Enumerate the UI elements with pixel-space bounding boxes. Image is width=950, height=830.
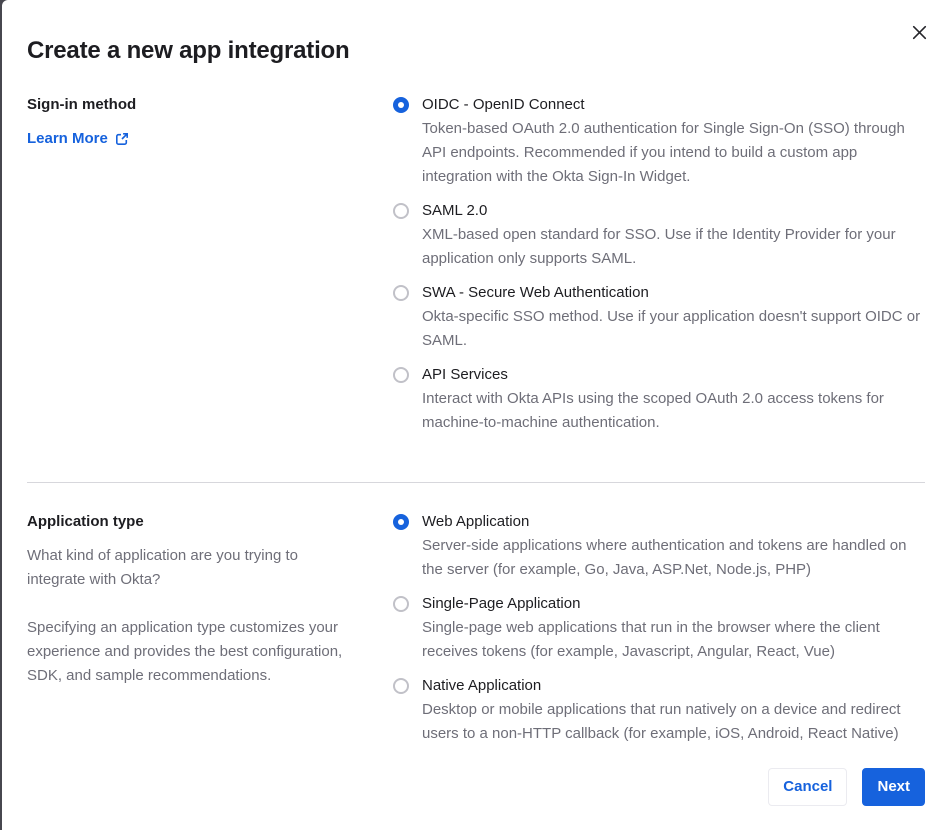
radio-option-label: Native Application	[422, 677, 542, 694]
radio-button[interactable]	[393, 285, 409, 301]
radio-option[interactable]: API Services Interact with Okta APIs usi…	[393, 363, 925, 435]
radio-option[interactable]: SAML 2.0 XML-based open standard for SSO…	[393, 199, 925, 271]
radio-option-label: Web Application	[422, 513, 530, 530]
section-divider	[27, 482, 925, 483]
application-type-left-column: Application type What kind of applicatio…	[27, 510, 357, 756]
radio-option-label: API Services	[422, 366, 508, 383]
radio-option-text: Native Application Desktop or mobile app…	[422, 674, 925, 746]
radio-option-text: SWA - Secure Web Authentication Okta-spe…	[422, 281, 925, 353]
radio-option-label: OIDC - OpenID Connect	[422, 96, 585, 113]
radio-option-description: Interact with Okta APIs using the scoped…	[422, 390, 884, 431]
radio-option-description: XML-based open standard for SSO. Use if …	[422, 226, 896, 267]
radio-option[interactable]: OIDC - OpenID Connect Token-based OAuth …	[393, 93, 925, 189]
learn-more-label: Learn More	[27, 130, 108, 147]
learn-more-link[interactable]: Learn More	[27, 127, 129, 151]
next-button[interactable]: Next	[862, 768, 925, 806]
radio-button[interactable]	[393, 514, 409, 530]
radio-option[interactable]: Native Application Desktop or mobile app…	[393, 674, 925, 746]
dialog-content: Create a new app integration Sign-in met…	[2, 0, 950, 830]
close-icon	[912, 25, 927, 40]
radio-option-label: SAML 2.0	[422, 202, 488, 219]
radio-button[interactable]	[393, 678, 409, 694]
radio-button[interactable]	[393, 367, 409, 383]
radio-option-description: Token-based OAuth 2.0 authentication for…	[422, 120, 905, 185]
close-button[interactable]	[909, 22, 929, 42]
dialog-title: Create a new app integration	[27, 37, 350, 64]
application-type-explanation: Specifying an application type customize…	[27, 619, 343, 684]
radio-option-description: Desktop or mobile applications that run …	[422, 701, 901, 742]
radio-option-text: OIDC - OpenID Connect Token-based OAuth …	[422, 93, 925, 189]
radio-option-label: SWA - Secure Web Authentication	[422, 284, 649, 301]
radio-option[interactable]: Web Application Server-side applications…	[393, 510, 925, 582]
radio-option-text: Single-Page Application Single-page web …	[422, 592, 925, 664]
radio-option-text: API Services Interact with Okta APIs usi…	[422, 363, 925, 435]
sign-in-method-left-column: Sign-in method Learn More	[27, 93, 357, 445]
create-app-integration-dialog: Create a new app integration Sign-in met…	[2, 0, 950, 830]
application-type-heading: Application type	[27, 513, 144, 530]
application-type-options: Web Application Server-side applications…	[393, 510, 925, 756]
radio-option-description: Server-side applications where authentic…	[422, 537, 907, 578]
radio-option-label: Single-Page Application	[422, 595, 581, 612]
radio-button[interactable]	[393, 596, 409, 612]
radio-option-text: SAML 2.0 XML-based open standard for SSO…	[422, 199, 925, 271]
sign-in-method-options: OIDC - OpenID Connect Token-based OAuth …	[393, 93, 925, 445]
radio-button[interactable]	[393, 97, 409, 113]
radio-option[interactable]: SWA - Secure Web Authentication Okta-spe…	[393, 281, 925, 353]
external-link-icon	[115, 132, 129, 146]
section-sign-in-method: Sign-in method Learn More OIDC - OpenID …	[27, 93, 925, 445]
radio-option-description: Single-page web applications that run in…	[422, 619, 880, 660]
application-type-question: What kind of application are you trying …	[27, 547, 298, 588]
dialog-footer: Cancel Next	[768, 768, 925, 806]
radio-button[interactable]	[393, 203, 409, 219]
section-application-type: Application type What kind of applicatio…	[27, 510, 925, 756]
radio-option-text: Web Application Server-side applications…	[422, 510, 925, 582]
radio-option-description: Okta-specific SSO method. Use if your ap…	[422, 308, 921, 349]
cancel-button[interactable]: Cancel	[768, 768, 848, 806]
radio-option[interactable]: Single-Page Application Single-page web …	[393, 592, 925, 664]
sign-in-method-heading: Sign-in method	[27, 96, 137, 113]
